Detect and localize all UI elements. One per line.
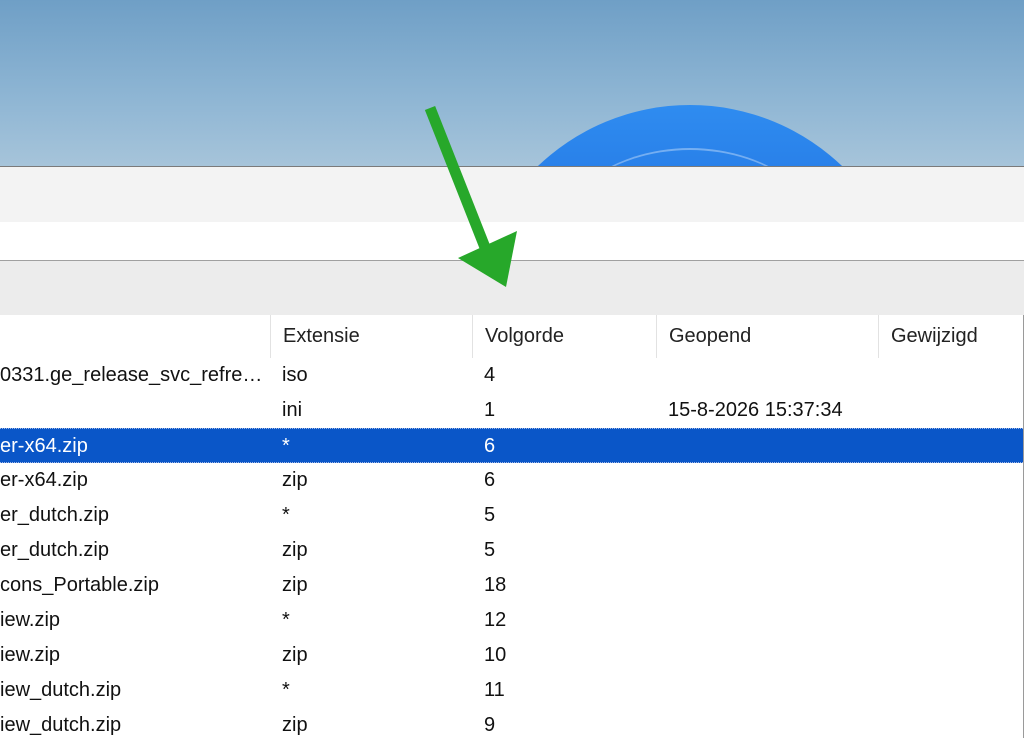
cell-modified	[878, 533, 1023, 568]
cell-extension: zip	[282, 574, 308, 596]
cell-name: iew_dutch.zip	[0, 679, 122, 701]
table-row-selected[interactable]: er-x64.zip * 6	[0, 428, 1023, 463]
column-header-opened[interactable]: Geopend	[656, 315, 878, 358]
cell-opened	[656, 708, 878, 738]
cell-order: 1	[484, 399, 496, 421]
cell-order: 12	[484, 609, 507, 631]
cell-order: 6	[484, 435, 496, 457]
cell-extension: ini	[282, 399, 303, 421]
cell-modified	[878, 568, 1023, 603]
column-header-order[interactable]: Volgorde	[472, 315, 656, 358]
cell-name	[0, 393, 270, 428]
table-row[interactable]: er_dutch.zip zip 5	[0, 533, 1023, 568]
cell-opened	[656, 568, 878, 603]
cell-modified	[878, 603, 1023, 638]
desktop-wallpaper	[0, 0, 1024, 166]
cell-order: 4	[484, 364, 496, 386]
table-row[interactable]: iew_dutch.zip zip 9	[0, 708, 1023, 738]
cell-modified	[878, 463, 1023, 498]
cell-opened	[656, 603, 878, 638]
table-row[interactable]: ini 1 15-8-2026 15:37:34	[0, 393, 1023, 428]
menu-bar	[0, 222, 1024, 260]
cell-extension: *	[282, 679, 290, 701]
file-list[interactable]: Extensie Volgorde Geopend Gewijzigd 0331…	[0, 315, 1024, 738]
cell-extension: zip	[282, 714, 308, 736]
cell-opened: 15-8-2026 15:37:34	[668, 399, 843, 421]
cell-opened	[656, 463, 878, 498]
cell-opened	[656, 638, 878, 673]
window-title-bar	[0, 166, 1024, 223]
cell-extension: *	[282, 435, 290, 457]
cell-modified	[878, 673, 1023, 708]
cell-order: 6	[484, 469, 496, 491]
cell-order: 5	[484, 504, 496, 526]
cell-name: er-x64.zip	[0, 469, 88, 491]
column-header-extension[interactable]: Extensie	[270, 315, 472, 358]
column-header: Extensie Volgorde Geopend Gewijzigd	[0, 315, 1023, 358]
cell-opened	[656, 533, 878, 568]
cell-name: iew.zip	[0, 609, 61, 631]
cell-order: 11	[484, 679, 505, 701]
cell-modified	[878, 498, 1023, 533]
cell-order: 5	[484, 539, 496, 561]
tool-bar	[0, 260, 1024, 316]
cell-order: 9	[484, 714, 496, 736]
cell-extension: zip	[282, 539, 308, 561]
cell-modified	[878, 708, 1023, 738]
table-row[interactable]: 0331.ge_release_svc_refre… iso 4	[0, 358, 1023, 393]
table-row[interactable]: iew.zip zip 10	[0, 638, 1023, 673]
cell-order: 10	[484, 644, 507, 666]
column-header-modified[interactable]: Gewijzigd	[878, 315, 1023, 358]
table-row[interactable]: iew_dutch.zip * 11	[0, 673, 1023, 708]
cell-name: 0331.ge_release_svc_refre…	[0, 364, 263, 386]
cell-opened	[656, 673, 878, 708]
cell-modified	[878, 638, 1023, 673]
cell-extension: *	[282, 504, 290, 526]
cell-order: 18	[484, 574, 507, 596]
cell-name: iew.zip	[0, 644, 61, 666]
cell-extension: zip	[282, 469, 308, 491]
cell-extension: *	[282, 609, 290, 631]
cell-name: er-x64.zip	[0, 435, 88, 457]
cell-name: iew_dutch.zip	[0, 714, 122, 736]
cell-modified	[878, 393, 1023, 428]
table-row[interactable]: cons_Portable.zip zip 18	[0, 568, 1023, 603]
cell-name: er_dutch.zip	[0, 504, 109, 526]
table-row[interactable]: iew.zip * 12	[0, 603, 1023, 638]
cell-modified	[878, 358, 1023, 393]
table-row[interactable]: er-x64.zip zip 6	[0, 463, 1023, 498]
cell-name: cons_Portable.zip	[0, 574, 159, 596]
cell-name: er_dutch.zip	[0, 539, 109, 561]
cell-modified	[878, 429, 1023, 464]
column-header-name[interactable]	[0, 315, 270, 358]
table-row[interactable]: er_dutch.zip * 5	[0, 498, 1023, 533]
cell-extension: iso	[282, 364, 308, 386]
cell-opened	[656, 358, 878, 393]
cell-extension: zip	[282, 644, 308, 666]
cell-opened	[656, 429, 878, 464]
cell-opened	[656, 498, 878, 533]
